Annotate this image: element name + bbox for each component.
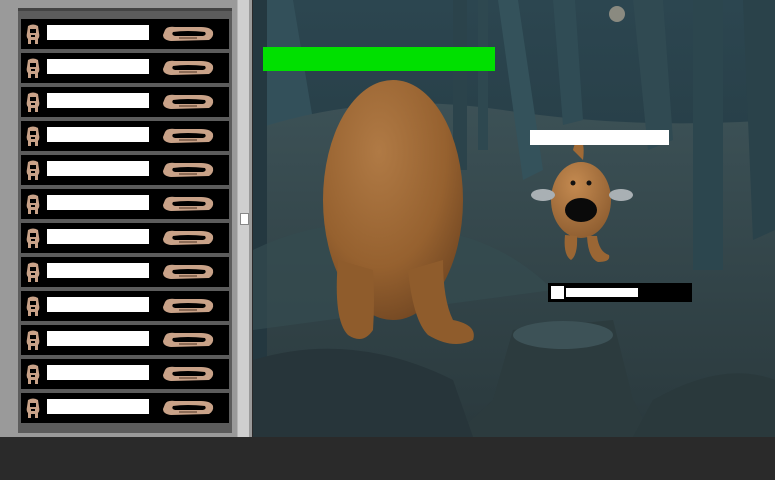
hand-icon[interactable]: [161, 331, 215, 349]
character-icon: [24, 159, 42, 181]
character-slot[interactable]: [21, 393, 229, 423]
hand-icon[interactable]: [161, 127, 215, 145]
hand-icon[interactable]: [161, 297, 215, 315]
hand-icon[interactable]: [161, 161, 215, 179]
character-icon: [24, 363, 42, 385]
slot-name-field[interactable]: [47, 365, 149, 380]
slot-name-field[interactable]: [47, 331, 149, 346]
character-slot[interactable]: [21, 19, 229, 49]
character-slot[interactable]: [21, 53, 229, 83]
hand-icon[interactable]: [161, 59, 215, 77]
player-health-fill: [263, 47, 495, 71]
enemy-name-plate: [530, 130, 669, 145]
game-scene[interactable]: [253, 0, 775, 437]
slot-name-field[interactable]: [47, 59, 149, 74]
character-list: [18, 8, 232, 433]
slot-name-field[interactable]: [47, 25, 149, 40]
hand-icon[interactable]: [161, 365, 215, 383]
scrollbar-thumb[interactable]: [240, 213, 249, 225]
character-icon: [24, 227, 42, 249]
hand-icon[interactable]: [161, 195, 215, 213]
character-slot[interactable]: [21, 87, 229, 117]
hand-icon[interactable]: [161, 25, 215, 43]
enemy-health-track: [566, 288, 690, 297]
enemy-health-icon: [551, 286, 564, 299]
character-slot[interactable]: [21, 223, 229, 253]
hand-icon[interactable]: [161, 263, 215, 281]
character-list-panel: [0, 0, 252, 437]
character-icon: [24, 295, 42, 317]
character-icon: [24, 329, 42, 351]
hand-icon[interactable]: [161, 399, 215, 417]
character-slot[interactable]: [21, 155, 229, 185]
enemy-health-bar: [548, 283, 692, 302]
bottom-bar: [0, 437, 775, 480]
character-icon: [24, 57, 42, 79]
hand-icon[interactable]: [161, 93, 215, 111]
enemy-health-fill: [566, 288, 638, 297]
character-slot[interactable]: [21, 359, 229, 389]
character-icon: [24, 397, 42, 419]
player-health-bar: [263, 47, 495, 71]
character-slot[interactable]: [21, 325, 229, 355]
enemy-name: [530, 137, 532, 148]
character-slot[interactable]: [21, 121, 229, 151]
character-slot[interactable]: [21, 189, 229, 219]
character-icon: [24, 125, 42, 147]
slot-name-field[interactable]: [47, 195, 149, 210]
slot-name-field[interactable]: [47, 127, 149, 142]
character-icon: [24, 23, 42, 45]
slot-name-field[interactable]: [47, 229, 149, 244]
slot-name-field[interactable]: [47, 93, 149, 108]
character-icon: [24, 193, 42, 215]
hand-icon[interactable]: [161, 229, 215, 247]
slot-name-field[interactable]: [47, 161, 149, 176]
slot-name-field[interactable]: [47, 297, 149, 312]
character-slot[interactable]: [21, 291, 229, 321]
character-icon: [24, 91, 42, 113]
slot-name-field[interactable]: [47, 263, 149, 278]
slot-name-field[interactable]: [47, 399, 149, 414]
character-icon: [24, 261, 42, 283]
scrollbar[interactable]: [237, 0, 249, 437]
character-slot[interactable]: [21, 257, 229, 287]
